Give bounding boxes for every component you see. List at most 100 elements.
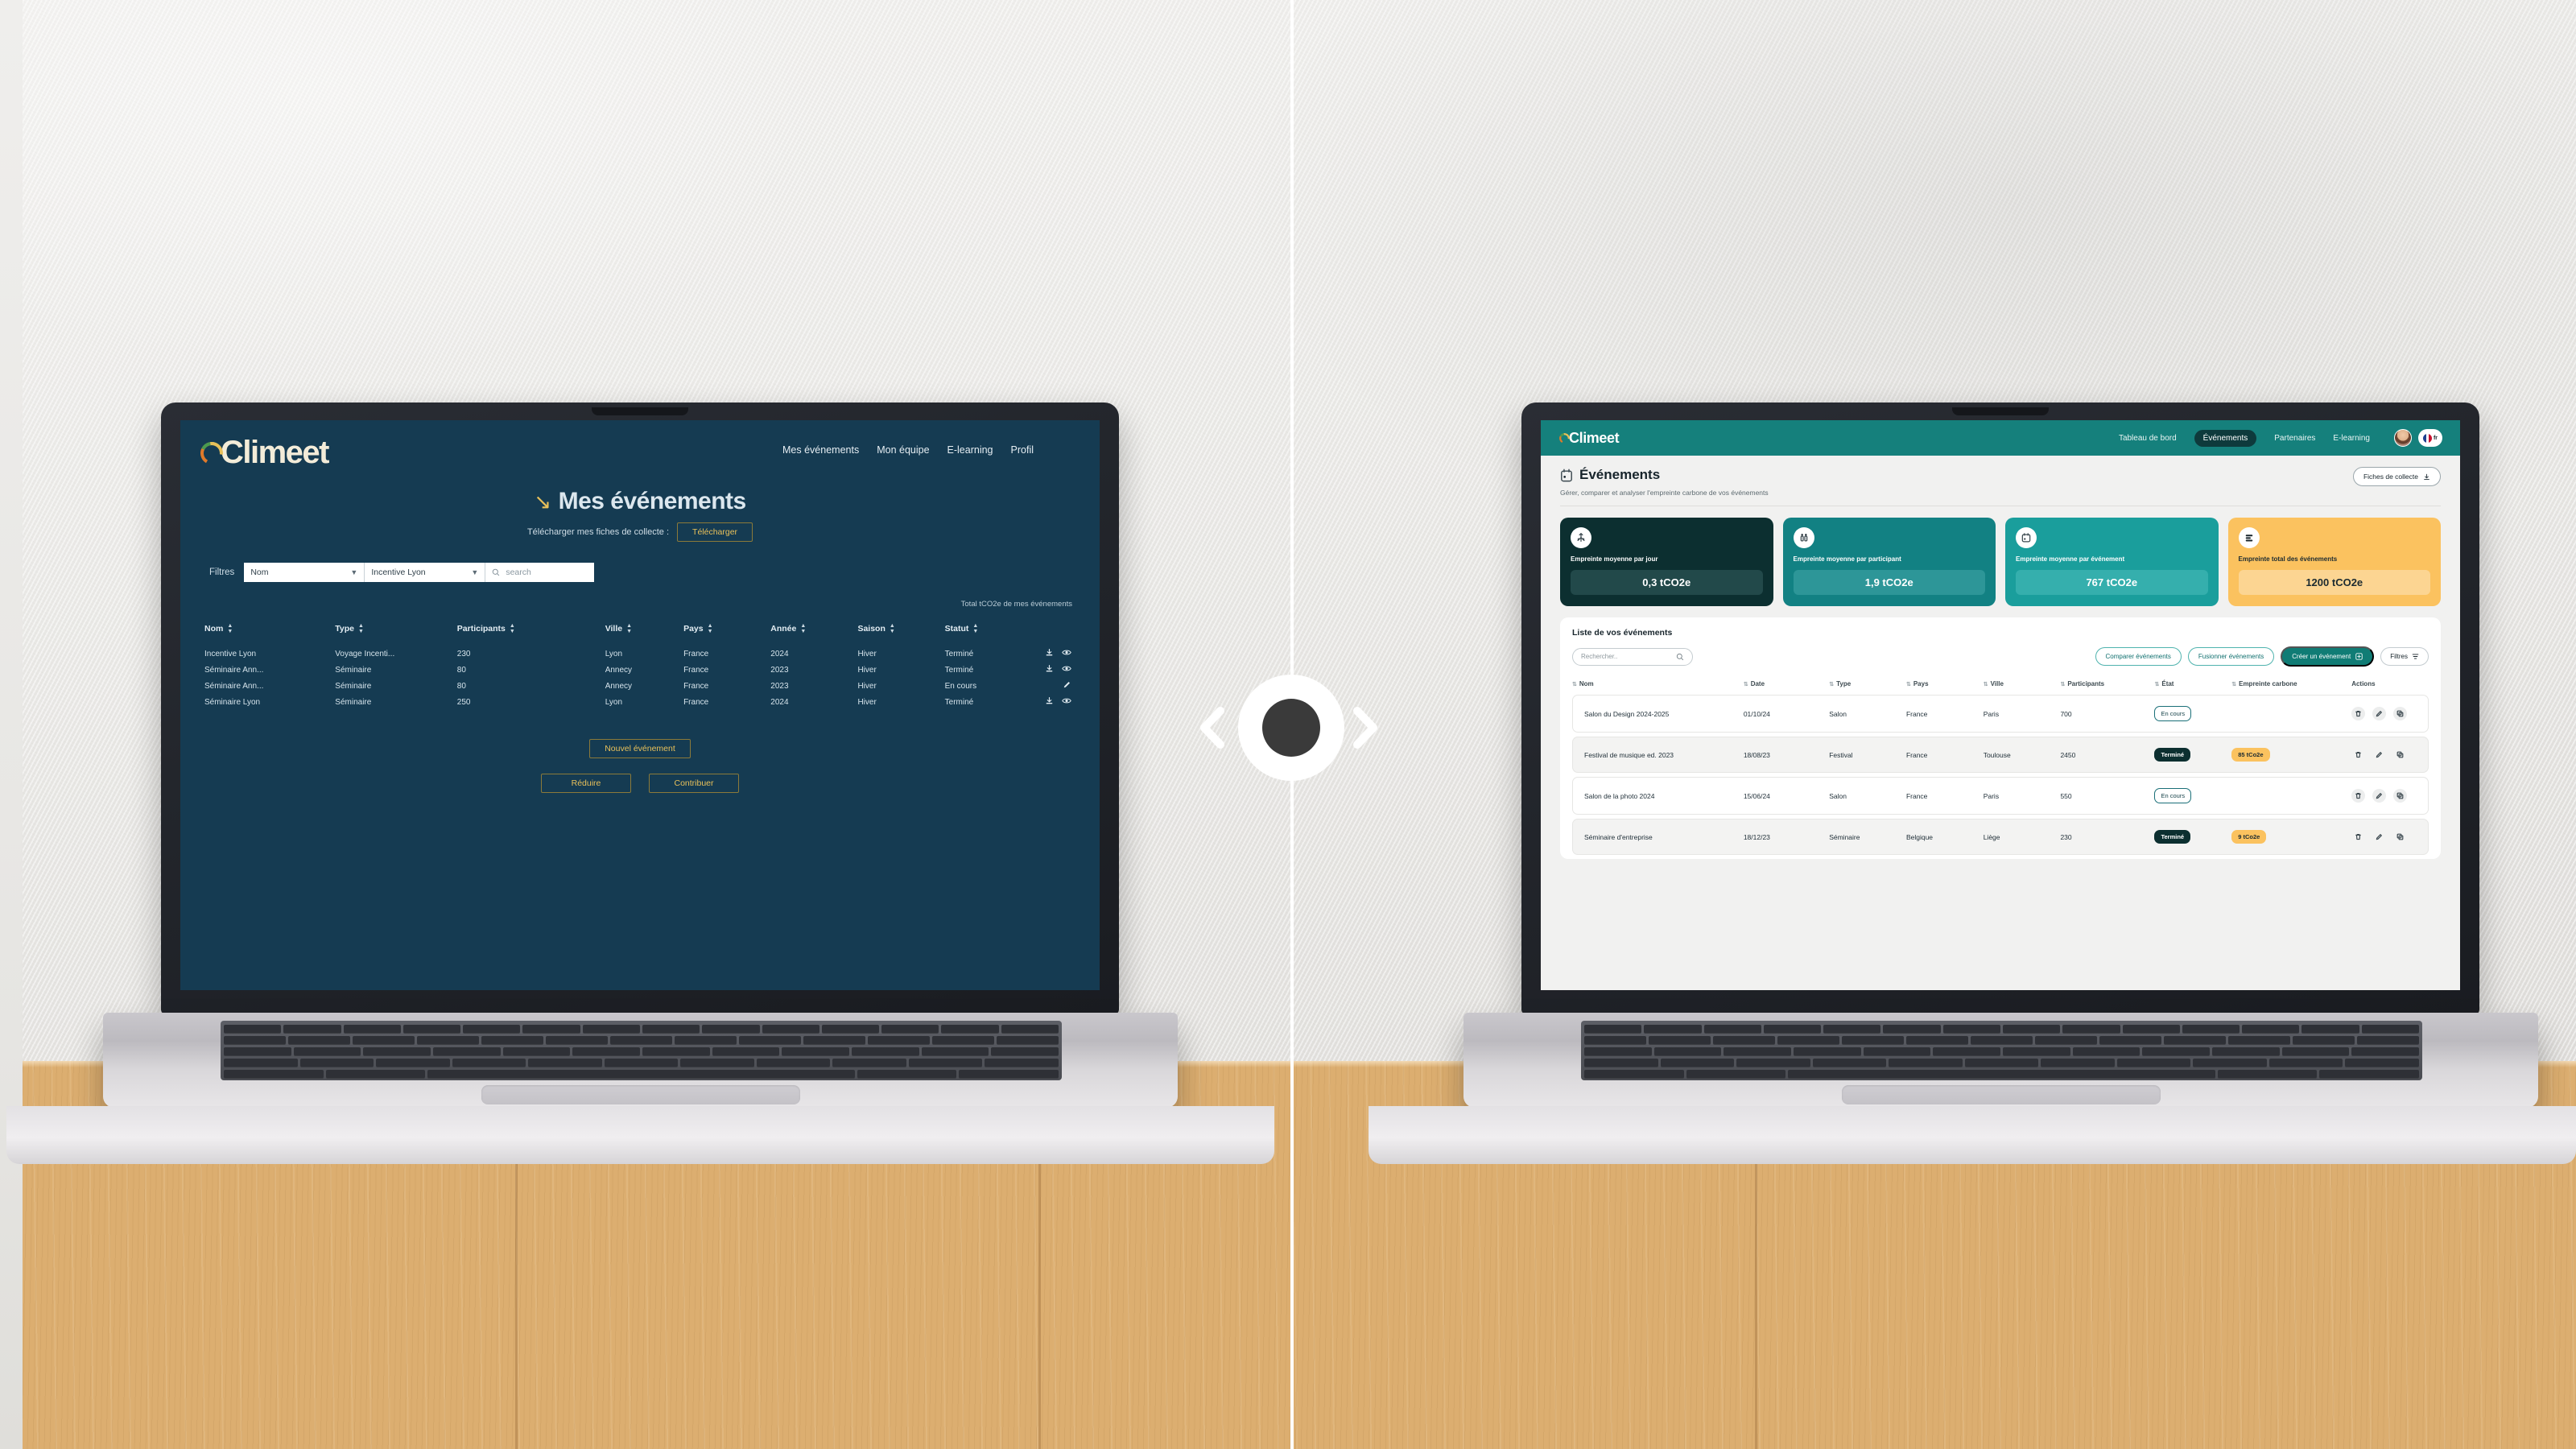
old-search-input[interactable]: search: [485, 563, 595, 582]
old-col-type[interactable]: Type ▲ ▼: [335, 617, 456, 646]
new-col-date[interactable]: ⇅ Date: [1744, 680, 1829, 691]
old-row-download-button[interactable]: [1041, 694, 1059, 710]
old-filter-value-select[interactable]: Incentive Lyon ▼: [365, 563, 486, 582]
new-col-participants[interactable]: ⇅ Participants: [2060, 680, 2154, 691]
trackpad-after[interactable]: [1842, 1085, 2161, 1104]
old-col-participants[interactable]: Participants ▲ ▼: [457, 617, 605, 646]
table-row[interactable]: Séminaire d'entreprise 18/12/23 Séminair…: [1572, 819, 2429, 855]
old-row-edit-button[interactable]: [1058, 678, 1075, 694]
table-row[interactable]: Salon de la photo 2024 15/06/24 Salon Fr…: [1572, 777, 2429, 815]
old-nav-item-profil[interactable]: Profil: [1011, 444, 1034, 456]
old-row-download-button[interactable]: [1041, 662, 1059, 678]
slider-chevron-left[interactable]: [1195, 704, 1232, 751]
kpi-card-empreinte-total: Empreinte total des événements 1200 tCO2…: [2227, 518, 2441, 606]
delete-button[interactable]: [2351, 830, 2365, 844]
new-cell-ville: Liège: [1983, 819, 2061, 855]
old-nav-item-mes-evenements[interactable]: Mes événements: [782, 444, 859, 456]
delete-button[interactable]: [2351, 707, 2366, 720]
old-row-view-button[interactable]: [1058, 694, 1075, 710]
new-col-type[interactable]: ⇅ Type: [1829, 680, 1906, 691]
delete-button[interactable]: [2351, 789, 2366, 803]
old-col-statut[interactable]: Statut ▲ ▼: [945, 617, 1041, 646]
new-col-participants-label: Participants: [2067, 680, 2105, 687]
old-row-download-button[interactable]: [1041, 646, 1059, 662]
table-row[interactable]: Séminaire Lyon Séminaire 250 Lyon France…: [204, 694, 1075, 710]
table-row[interactable]: Incentive Lyon Voyage Incenti... 230 Lyo…: [204, 646, 1075, 662]
slider-chevron-right[interactable]: [1346, 704, 1383, 751]
new-col-ville[interactable]: ⇅ Ville: [1984, 680, 2061, 691]
filters-button[interactable]: Filtres: [2380, 647, 2429, 666]
old-cell-saison: Hiver: [857, 649, 877, 658]
laptop-lid-after: Climeet Tableau de bord Événements Parte…: [1521, 402, 2479, 1014]
old-col-ville[interactable]: Ville ▲ ▼: [605, 617, 683, 646]
new-col-actions-label: Actions: [2351, 680, 2376, 687]
old-download-button[interactable]: Télécharger: [677, 522, 753, 542]
old-row-view-button[interactable]: [1058, 662, 1075, 678]
edit-button[interactable]: [2372, 707, 2387, 720]
old-logo[interactable]: Climeet: [198, 435, 330, 471]
new-logo[interactable]: Climeet: [1558, 430, 1620, 447]
new-cell-etat: En cours: [2154, 695, 2232, 733]
new-cell-empreinte: [2231, 695, 2352, 733]
sort-icon: ⇅: [1743, 682, 1748, 687]
new-col-pays[interactable]: ⇅ Pays: [1906, 680, 1984, 691]
old-col-nom[interactable]: Nom ▲ ▼: [204, 617, 335, 646]
old-page-title-text: Mes événements: [558, 488, 747, 514]
new-col-etat[interactable]: ⇅ État: [2154, 680, 2231, 691]
duplicate-button[interactable]: [2393, 707, 2408, 720]
avatar[interactable]: [2394, 429, 2412, 447]
old-col-nom-label: Nom: [204, 623, 224, 634]
old-cell-ville: Annecy: [605, 681, 633, 691]
delete-button[interactable]: [2351, 748, 2365, 762]
reduce-button[interactable]: Réduire: [541, 774, 631, 793]
new-col-nom[interactable]: ⇅ Nom: [1572, 680, 1744, 691]
table-row[interactable]: Séminaire Ann... Séminaire 80 Annecy Fra…: [204, 662, 1075, 678]
trackpad-before[interactable]: [481, 1085, 800, 1104]
old-filter-field-select[interactable]: Nom ▼: [244, 563, 365, 582]
new-col-pays-label: Pays: [1913, 680, 1929, 687]
old-col-annee[interactable]: Année ▲ ▼: [770, 617, 857, 646]
old-cell-annee: 2024: [770, 697, 789, 707]
contribute-button[interactable]: Contribuer: [649, 774, 739, 793]
sort-icon: ▲ ▼: [626, 623, 633, 634]
table-row[interactable]: Séminaire Ann... Séminaire 80 Annecy Fra…: [204, 678, 1075, 694]
old-nav-item-mon-equipe[interactable]: Mon équipe: [877, 444, 929, 456]
search-input[interactable]: Rechercher..: [1572, 647, 1693, 666]
create-event-button[interactable]: Créer un événement: [2281, 646, 2375, 667]
fiches-de-collecte-button[interactable]: Fiches de collecte: [2352, 467, 2441, 486]
edit-button[interactable]: [2372, 789, 2387, 803]
old-cell-ville: Lyon: [605, 697, 623, 707]
old-col-pays[interactable]: Pays ▲ ▼: [683, 617, 770, 646]
new-nav-item-e-learning[interactable]: E-learning: [2333, 434, 2370, 443]
old-cell-ville: Lyon: [605, 649, 623, 658]
sort-icon: ▲ ▼: [358, 623, 364, 634]
compare-events-button[interactable]: Comparer événements: [2095, 647, 2182, 666]
old-cell-pays: France: [683, 665, 709, 675]
edit-button[interactable]: [2372, 830, 2386, 844]
table-row[interactable]: Festival de musique ed. 2023 18/08/23 Fe…: [1572, 737, 2429, 773]
new-nav-item-evenements[interactable]: Événements: [2194, 429, 2257, 447]
duplicate-button[interactable]: [2393, 789, 2408, 803]
merge-events-button[interactable]: Fusionner événements: [2187, 647, 2275, 666]
edit-button[interactable]: [2372, 748, 2386, 762]
sort-icon: ▲ ▼: [889, 623, 895, 634]
new-nav-item-partenaires[interactable]: Partenaires: [2274, 434, 2315, 443]
new-col-empreinte[interactable]: ⇅ Empreinte carbone: [2231, 680, 2351, 691]
old-nav-item-e-learning[interactable]: E-learning: [947, 444, 993, 456]
new-nav-item-tableau-de-bord[interactable]: Tableau de bord: [2119, 434, 2177, 443]
duplicate-button[interactable]: [2393, 748, 2407, 762]
old-cell-pays: France: [683, 681, 709, 691]
old-col-saison[interactable]: Saison ▲ ▼: [857, 617, 944, 646]
comparison-slider-handle[interactable]: [1238, 675, 1344, 781]
duplicate-button[interactable]: [2393, 830, 2407, 844]
old-col-action-2: [1058, 617, 1075, 646]
old-hero: ↘ Mes événements Télécharger mes fiches …: [180, 488, 1100, 542]
new-event-button[interactable]: Nouvel événement: [589, 739, 691, 758]
new-cell-type: Festival: [1829, 737, 1906, 773]
sort-icon: ⇅: [1829, 682, 1835, 687]
old-row-view-button[interactable]: [1058, 646, 1075, 662]
language-switcher[interactable]: fr: [2418, 429, 2442, 447]
old-filter-value-text: Incentive Lyon: [371, 568, 426, 577]
new-table-header-row: ⇅ Nom ⇅ Date ⇅ Type ⇅ Pays ⇅ Ville ⇅ Participa…: [1572, 680, 2429, 691]
table-row[interactable]: Salon du Design 2024-2025 01/10/24 Salon…: [1572, 695, 2429, 733]
